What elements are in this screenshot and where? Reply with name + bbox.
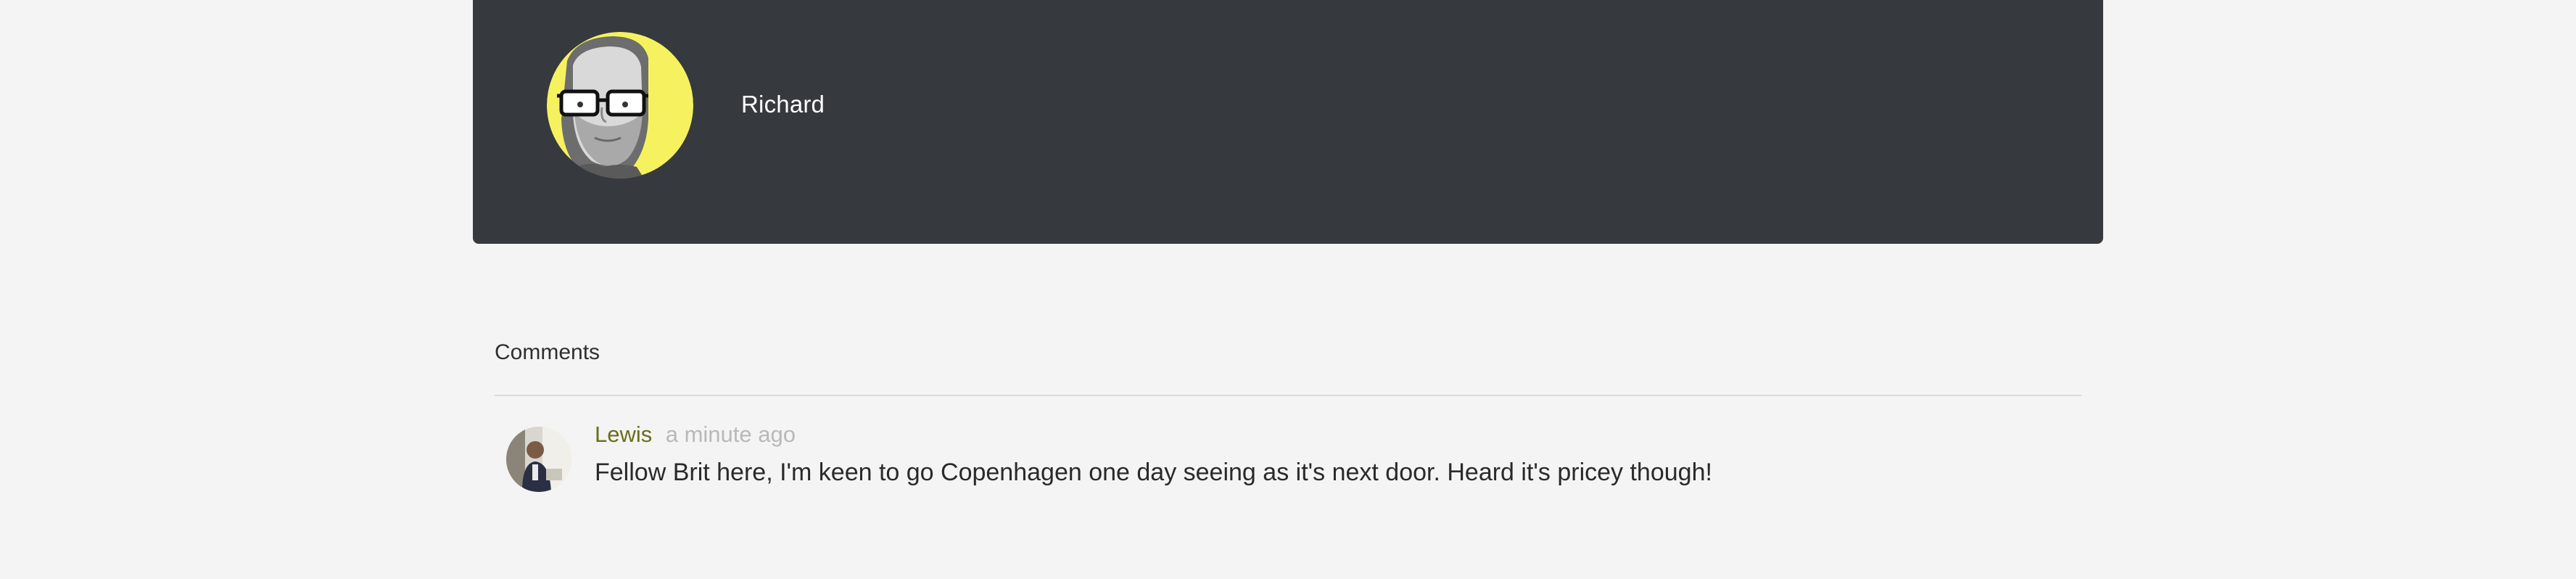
page: Richard Comments Lewis a minute ago Fell… xyxy=(0,0,2576,579)
author-avatar[interactable] xyxy=(547,32,693,178)
comments-heading: Comments xyxy=(495,340,600,364)
comments-section: Comments Lewis a minute ago Fellow Brit … xyxy=(495,338,2081,492)
author-avatar-illustration xyxy=(547,32,693,178)
comment-author[interactable]: Lewis xyxy=(595,422,652,447)
author-name[interactable]: Richard xyxy=(741,89,825,120)
author-card: Richard xyxy=(473,0,2103,244)
comments-divider xyxy=(495,395,2081,396)
comment-text: Fellow Brit here, I'm keen to go Copenha… xyxy=(595,459,1712,486)
comment-timestamp[interactable]: a minute ago xyxy=(666,422,796,447)
comment-meta: Lewis a minute ago xyxy=(595,419,796,450)
comment-avatar-photo xyxy=(506,427,571,492)
comment-avatar[interactable] xyxy=(506,427,571,492)
